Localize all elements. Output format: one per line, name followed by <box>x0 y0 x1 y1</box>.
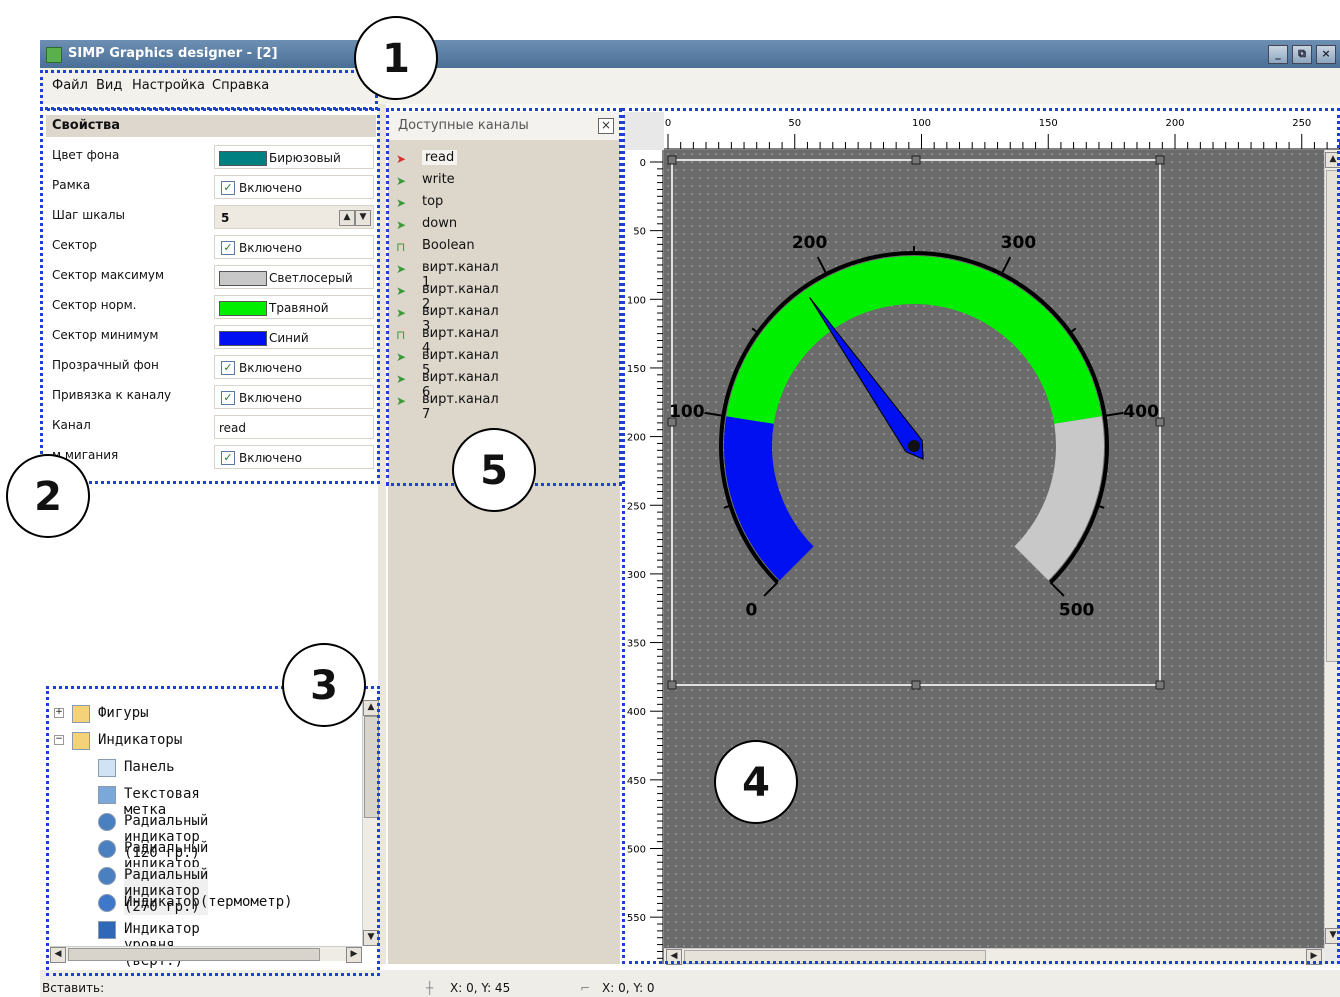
close-button[interactable]: × <box>1316 45 1336 64</box>
status-insert: Вставить: <box>42 981 105 995</box>
callout-2: 2 <box>6 454 90 538</box>
size-icon: ⌐ <box>580 981 591 995</box>
status-selection-size: X: 0, Y: 0 <box>602 981 655 995</box>
app-icon <box>46 47 62 63</box>
callout-3: 3 <box>282 643 366 727</box>
annotation-box-properties <box>40 108 380 484</box>
annotation-box-canvas <box>622 108 1340 964</box>
title-bar: SIMP Graphics designer - [2] _ ⧉ × <box>40 40 1340 68</box>
window-title: SIMP Graphics designer - [2] <box>68 46 278 61</box>
minimize-button[interactable]: _ <box>1268 45 1288 64</box>
callout-1: 1 <box>354 16 438 100</box>
annotation-box-menu <box>40 70 378 110</box>
restore-button[interactable]: ⧉ <box>1292 45 1312 64</box>
callout-4: 4 <box>714 740 798 824</box>
status-cursor-position: X: 0, Y: 45 <box>450 981 511 995</box>
cursor-icon: ┼ <box>426 981 434 995</box>
callout-5: 5 <box>452 428 536 512</box>
annotation-box-tree <box>46 686 380 976</box>
